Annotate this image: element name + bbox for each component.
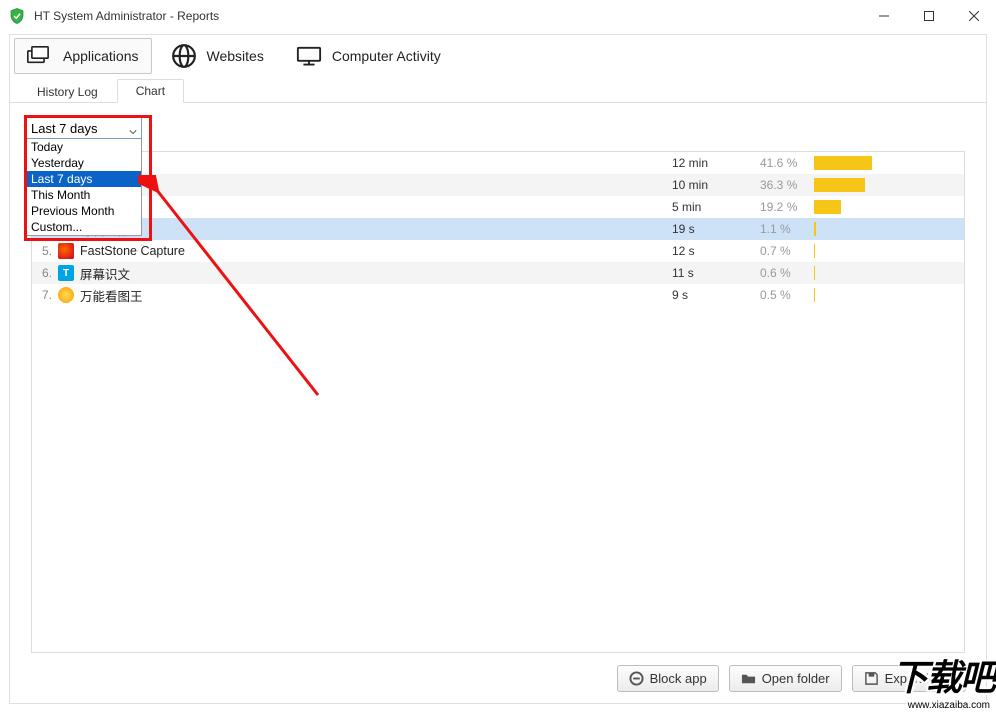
usage-row[interactable]: 6. T 屏幕识文11 s0.6 %	[32, 262, 964, 284]
usage-bar	[814, 156, 964, 170]
monitor-icon	[296, 45, 322, 67]
daterange-option[interactable]: Previous Month	[27, 203, 141, 219]
usage-bar	[814, 222, 964, 236]
bottom-toolbar: Block app Open folder Export log...	[10, 659, 986, 697]
row-index: 7.	[38, 288, 52, 302]
usage-percent: 41.6 %	[760, 156, 814, 170]
usage-time: 11 s	[672, 266, 760, 280]
usage-row[interactable]: 览器5 min19.2 %	[32, 196, 964, 218]
daterange-listbox[interactable]: TodayYesterdayLast 7 daysThis MonthPrevi…	[26, 139, 142, 236]
folder-icon	[741, 671, 756, 686]
usage-percent: 19.2 %	[760, 200, 814, 214]
usage-percent: 36.3 %	[760, 178, 814, 192]
usage-row[interactable]: nistrator10 min36.3 %	[32, 174, 964, 196]
content-frame: Applications Websites Computer Activity …	[9, 34, 987, 704]
usage-bar	[814, 244, 964, 258]
usage-time: 12 min	[672, 156, 760, 170]
export-log-label: Export log...	[885, 671, 954, 686]
usage-percent: 0.6 %	[760, 266, 814, 280]
usage-time: 5 min	[672, 200, 760, 214]
usage-bar	[814, 178, 964, 192]
usage-time: 9 s	[672, 288, 760, 302]
top-nav: Applications Websites Computer Activity	[10, 35, 986, 77]
tab-computer-activity[interactable]: Computer Activity	[283, 38, 454, 74]
app-name: 万能看图王	[80, 286, 672, 305]
app-name: 览器	[80, 198, 672, 217]
usage-percent: 0.5 %	[760, 288, 814, 302]
app-name: FastStone Capture	[80, 244, 672, 258]
block-app-label: Block app	[650, 671, 707, 686]
app-shield-icon	[8, 7, 26, 25]
app-icon: T	[58, 265, 74, 281]
usage-percent: 1.1 %	[760, 222, 814, 236]
tab-applications-label: Applications	[63, 48, 139, 64]
app-icon	[58, 287, 74, 303]
export-log-button[interactable]: Export log...	[852, 665, 966, 692]
sub-tabs: History Log Chart	[10, 77, 986, 103]
block-app-button[interactable]: Block app	[617, 665, 719, 692]
daterange-selected-label: Last 7 days	[31, 121, 98, 136]
open-folder-button[interactable]: Open folder	[729, 665, 842, 692]
minimize-button[interactable]	[861, 1, 906, 31]
subtab-history-log[interactable]: History Log	[18, 80, 117, 103]
daterange-option[interactable]: Yesterday	[27, 155, 141, 171]
usage-bar	[814, 288, 964, 302]
tab-websites-label: Websites	[207, 48, 264, 64]
globe-icon	[171, 45, 197, 67]
daterange-select[interactable]: Last 7 days	[26, 117, 142, 139]
usage-row[interactable]: 5. FastStone Capture12 s0.7 %	[32, 240, 964, 262]
app-name: nistrator	[80, 178, 672, 192]
titlebar: HT System Administrator - Reports	[0, 0, 996, 32]
tab-applications[interactable]: Applications	[14, 38, 152, 74]
usage-time: 10 min	[672, 178, 760, 192]
save-icon	[864, 671, 879, 686]
daterange-option[interactable]: Custom...	[27, 219, 141, 235]
usage-percent: 0.7 %	[760, 244, 814, 258]
row-index: 5.	[38, 244, 52, 258]
block-icon	[629, 671, 644, 686]
usage-time: 19 s	[672, 222, 760, 236]
daterange-dropdown[interactable]: Last 7 days TodayYesterdayLast 7 daysThi…	[26, 117, 142, 236]
row-index: 6.	[38, 266, 52, 280]
close-button[interactable]	[951, 1, 996, 31]
open-folder-label: Open folder	[762, 671, 830, 686]
daterange-option[interactable]: Today	[27, 139, 141, 155]
chevron-down-icon	[129, 124, 137, 132]
daterange-option[interactable]: Last 7 days	[27, 171, 141, 187]
usage-bar	[814, 266, 964, 280]
app-name: 源管理器	[80, 220, 672, 239]
tab-computer-activity-label: Computer Activity	[332, 48, 441, 64]
subtab-chart[interactable]: Chart	[117, 79, 184, 103]
daterange-option[interactable]: This Month	[27, 187, 141, 203]
app-icon	[58, 243, 74, 259]
applications-icon	[27, 45, 53, 67]
usage-row[interactable]: 源管理器19 s1.1 %	[32, 218, 964, 240]
tab-websites[interactable]: Websites	[158, 38, 277, 74]
app-name: 屏幕识文	[80, 264, 672, 283]
maximize-button[interactable]	[906, 1, 951, 31]
usage-bar	[814, 200, 964, 214]
usage-row[interactable]: 7. 万能看图王9 s0.5 %	[32, 284, 964, 306]
usage-time: 12 s	[672, 244, 760, 258]
window-title: HT System Administrator - Reports	[34, 9, 861, 23]
usage-row[interactable]: 12 min41.6 %	[32, 152, 964, 174]
usage-panel: 12 min41.6 %nistrator10 min36.3 %览器5 min…	[31, 151, 965, 653]
